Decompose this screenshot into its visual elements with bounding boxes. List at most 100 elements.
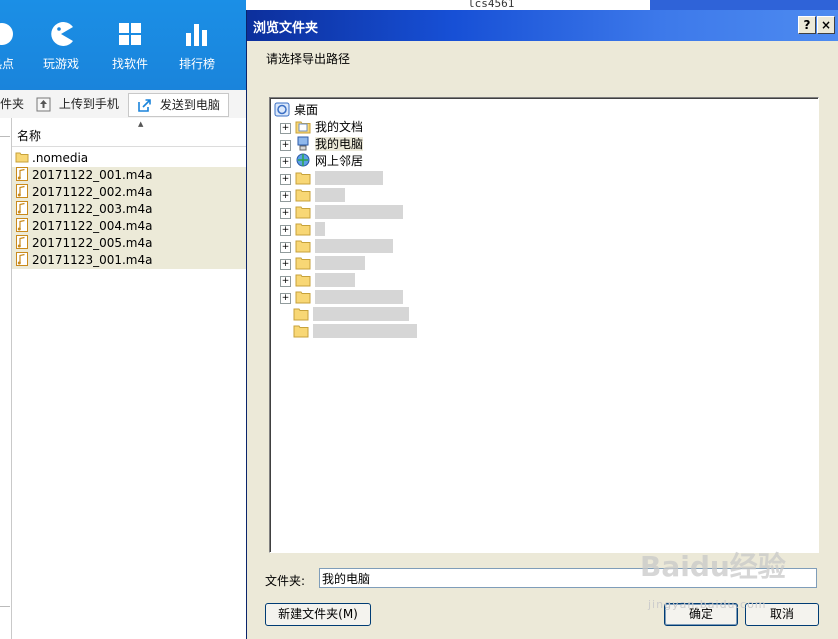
redacted-label: [315, 222, 325, 236]
expand-icon[interactable]: +: [280, 174, 291, 185]
nav-hot-label: 热点: [0, 57, 14, 71]
file-list-header[interactable]: ▲ 名称: [12, 118, 248, 147]
folder-icon: [295, 206, 311, 219]
app-toolbar: 件夹 上传到手机 发送到电脑: [0, 90, 248, 119]
expand-icon[interactable]: +: [280, 208, 291, 219]
dialog-prompt: 请选择导出路径: [266, 52, 351, 66]
file-row[interactable]: 20171122_002.m4a: [12, 184, 248, 201]
audio-file-icon: [16, 184, 28, 198]
tree-node-label: 桌面: [294, 103, 319, 117]
file-name: 20171122_003.m4a: [32, 202, 153, 216]
left-panel-edge: [0, 118, 12, 639]
nav-software[interactable]: 找软件: [100, 20, 160, 72]
nav-games[interactable]: 玩游戏: [31, 20, 91, 72]
expand-icon[interactable]: +: [280, 140, 291, 151]
tree-node-redacted[interactable]: [293, 306, 409, 323]
expand-icon[interactable]: +: [280, 191, 291, 202]
folder-icon: [295, 240, 311, 253]
expand-icon[interactable]: +: [280, 157, 291, 168]
tree-node-label: 我的文档: [315, 120, 364, 134]
bar-chart-icon: [186, 24, 207, 46]
baidu-watermark-url: jingyan.baidu.com: [648, 598, 767, 611]
tree-node-redacted[interactable]: [293, 323, 417, 340]
file-name: 20171122_004.m4a: [32, 219, 153, 233]
redacted-label: [315, 239, 393, 253]
redacted-label: [315, 273, 355, 287]
file-row[interactable]: 20171122_005.m4a: [12, 235, 248, 252]
tree-node-redacted[interactable]: +: [280, 255, 365, 272]
tree-node-desktop[interactable]: 桌面: [274, 102, 318, 118]
dialog-titlebar[interactable]: 浏览文件夹 ? ×: [247, 10, 838, 41]
tree-node-redacted[interactable]: +: [280, 238, 393, 255]
tree-node-redacted[interactable]: +: [280, 272, 355, 289]
upload-to-phone-button[interactable]: 上传到手机: [36, 93, 119, 115]
folder-icon: [295, 172, 311, 185]
sort-arrow-icon: ▲: [138, 120, 144, 128]
file-row[interactable]: 20171122_003.m4a: [12, 201, 248, 218]
expand-icon[interactable]: +: [280, 293, 291, 304]
folder-icon: [15, 152, 29, 163]
redacted-label: [315, 171, 383, 185]
file-row[interactable]: 20171122_001.m4a: [12, 167, 248, 184]
file-name: 20171122_002.m4a: [32, 185, 153, 199]
file-name: 20171122_005.m4a: [32, 236, 153, 250]
new-folder-button[interactable]: 新建文件夹(M): [265, 603, 371, 626]
folder-tree[interactable]: 桌面 + 我的文档 + 我的电脑 + 网上邻居 + + + + + + + +: [269, 97, 819, 553]
column-name[interactable]: 名称: [17, 127, 41, 144]
audio-file-icon: [16, 201, 28, 215]
pacman-icon: [51, 22, 73, 46]
left-panel-divider: [0, 588, 10, 607]
redacted-label: [315, 188, 345, 202]
file-name: 20171122_001.m4a: [32, 168, 153, 182]
nav-ranking-label: 排行榜: [178, 57, 215, 71]
export-icon: [138, 99, 151, 112]
file-row[interactable]: 20171123_001.m4a: [12, 252, 248, 269]
tree-node-my-documents[interactable]: + 我的文档: [280, 119, 363, 136]
folder-icon: [295, 274, 311, 287]
upload-icon: [36, 97, 51, 112]
nav-hot[interactable]: 热点: [0, 20, 32, 72]
dialog-title: 浏览文件夹: [253, 21, 319, 36]
folder-icon: [295, 291, 311, 304]
baidu-watermark: Baidu经验: [640, 550, 786, 583]
folder-button-label: 件夹: [0, 97, 25, 111]
expand-icon[interactable]: +: [280, 123, 291, 134]
file-list: ▲ 名称 .nomedia 20171122_001.m4a 20171122_…: [12, 118, 248, 639]
tree-node-redacted[interactable]: +: [280, 170, 383, 187]
network-icon: [296, 153, 310, 167]
apps-grid-icon: [119, 23, 141, 45]
tree-node-redacted[interactable]: +: [280, 204, 403, 221]
tree-node-label: 我的电脑: [315, 137, 364, 151]
folder-icon: [293, 308, 309, 321]
send-to-pc-button[interactable]: 发送到电脑: [128, 93, 229, 117]
upload-to-phone-label: 上传到手机: [58, 97, 119, 111]
redacted-label: [313, 324, 417, 338]
tree-node-my-computer[interactable]: + 我的电脑: [280, 136, 364, 153]
folder-icon: [295, 257, 311, 270]
folder-button[interactable]: 件夹: [0, 93, 24, 115]
close-button[interactable]: ×: [817, 16, 835, 34]
folder-icon: [293, 325, 309, 338]
tree-node-network[interactable]: + 网上邻居: [280, 153, 363, 170]
expand-icon[interactable]: +: [280, 225, 291, 236]
help-button[interactable]: ?: [798, 16, 816, 34]
expand-icon[interactable]: +: [280, 259, 291, 270]
computer-icon: [297, 136, 309, 151]
expand-icon[interactable]: +: [280, 276, 291, 287]
file-name: .nomedia: [32, 151, 89, 165]
file-row[interactable]: 20171122_004.m4a: [12, 218, 248, 235]
redacted-label: [315, 290, 403, 304]
tree-node-redacted[interactable]: +: [280, 221, 325, 238]
nav-games-label: 玩游戏: [42, 57, 79, 71]
file-name: 20171123_001.m4a: [32, 253, 153, 267]
tree-node-redacted[interactable]: +: [280, 289, 403, 306]
folder-field-label: 文件夹:: [265, 574, 306, 588]
file-row[interactable]: .nomedia: [12, 150, 248, 167]
nav-ranking[interactable]: 排行榜: [167, 20, 227, 72]
expand-icon[interactable]: +: [280, 242, 291, 253]
tree-node-redacted[interactable]: +: [280, 187, 345, 204]
nav-software-label: 找软件: [111, 57, 148, 71]
redacted-label: [315, 256, 365, 270]
redacted-label: [315, 205, 403, 219]
folder-icon: [295, 189, 311, 202]
